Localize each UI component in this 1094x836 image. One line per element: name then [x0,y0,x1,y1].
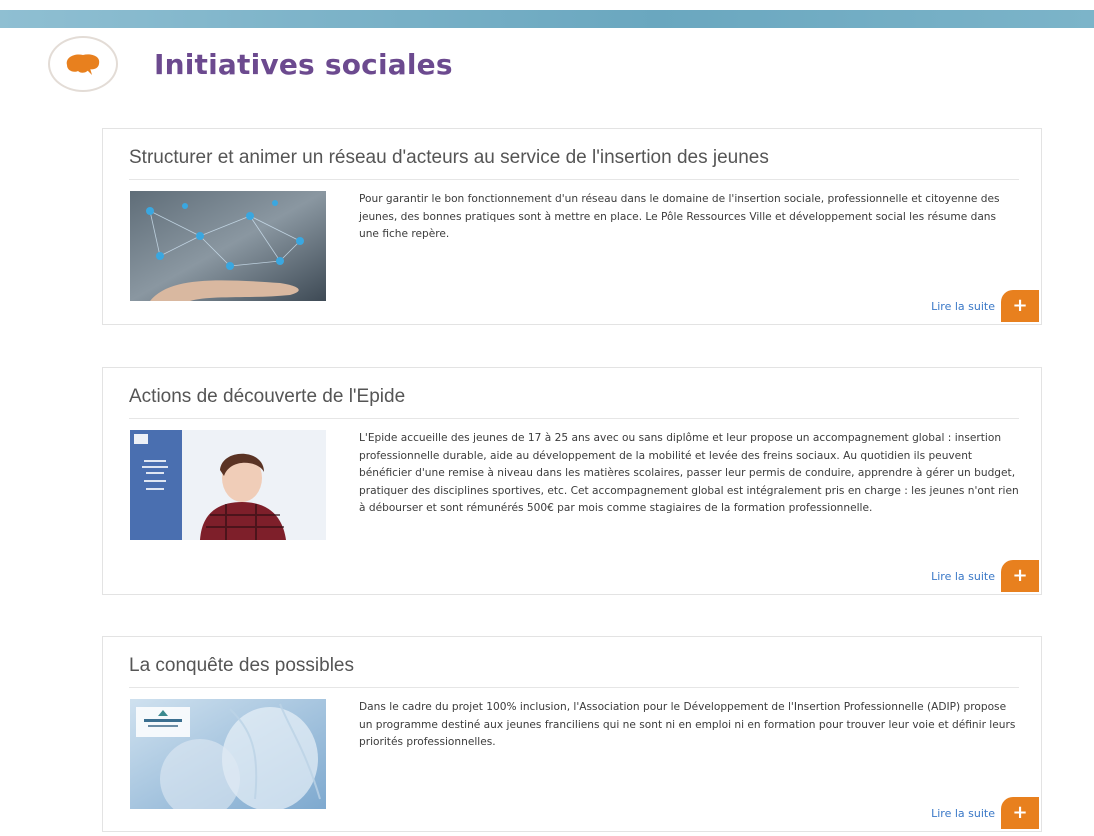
epide-brochure-image[interactable] [130,430,326,540]
card-description: L'Epide accueille des jeunes de 17 à 25 … [359,432,1019,515]
speech-bubble-icon [48,36,118,92]
card-divider [129,418,1019,419]
card-description: Dans le cadre du projet 100% inclusion, … [359,701,1016,749]
plus-icon[interactable]: + [1001,290,1039,322]
card-description: Pour garantir le bon fonctionnement d'un… [359,193,1000,241]
read-more-link[interactable]: Lire la suite + [931,290,1039,322]
article-card: La conquête des possibles Dans le cadre … [102,636,1042,832]
card-divider [129,179,1019,180]
plus-icon[interactable]: + [1001,797,1039,829]
page-header: Initiatives sociales [48,34,453,94]
read-more-link[interactable]: Lire la suite + [931,797,1039,829]
conquete-poster-image[interactable] [130,699,326,809]
card-divider [129,687,1019,688]
article-card: Structurer et animer un réseau d'acteurs… [102,128,1042,325]
page-title: Initiatives sociales [154,47,453,81]
card-title[interactable]: Structurer et animer un réseau d'acteurs… [129,147,769,169]
article-card: Actions de découverte de l'Epide L'Epide… [102,367,1042,595]
plus-icon[interactable]: + [1001,560,1039,592]
read-more-link[interactable]: Lire la suite + [931,560,1039,592]
read-more-label: Lire la suite [931,806,995,820]
top-banner-bar [0,0,1094,28]
card-title[interactable]: La conquête des possibles [129,655,354,677]
read-more-label: Lire la suite [931,299,995,313]
card-title[interactable]: Actions de découverte de l'Epide [129,386,405,408]
network-hand-image[interactable] [130,191,326,301]
read-more-label: Lire la suite [931,569,995,583]
